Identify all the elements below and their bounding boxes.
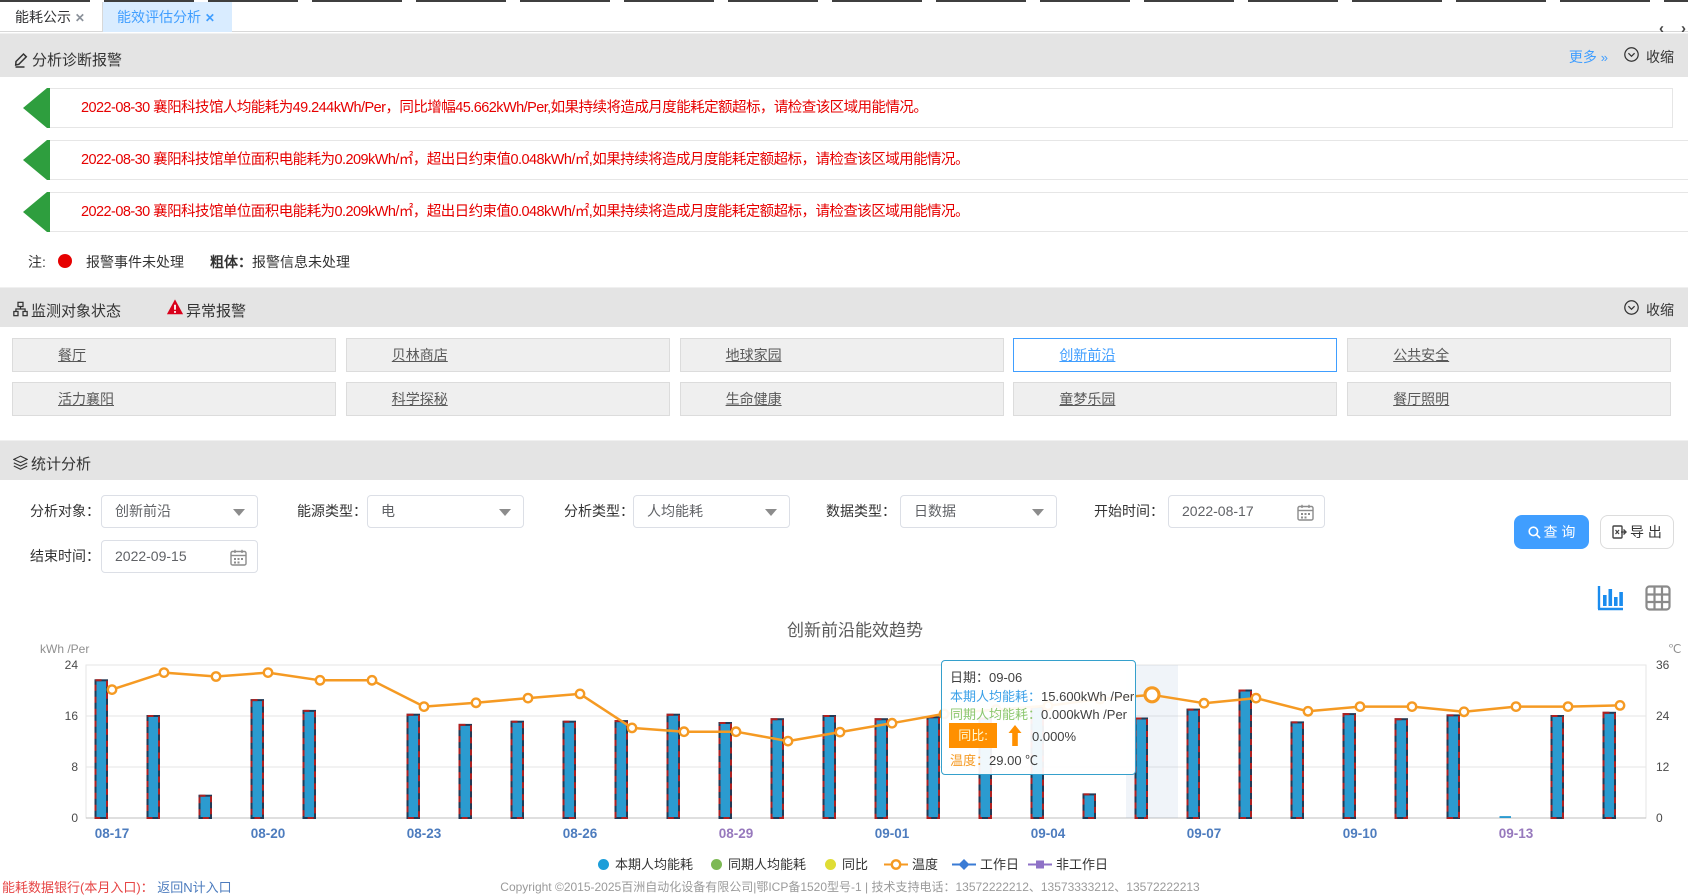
- svg-text:08-17: 08-17: [95, 826, 130, 841]
- svg-text:创新前沿能效趋势: 创新前沿能效趋势: [787, 621, 923, 640]
- svg-text:kWh /Per: kWh /Per: [40, 642, 89, 656]
- svg-text:同期人均能耗: 同期人均能耗: [728, 857, 806, 872]
- svg-text:非工作日: 非工作日: [1056, 857, 1108, 872]
- svg-text:09-01: 09-01: [875, 826, 910, 841]
- svg-text:℃: ℃: [1668, 642, 1681, 656]
- svg-text:09-13: 09-13: [1499, 826, 1534, 841]
- svg-text:08-20: 08-20: [251, 826, 286, 841]
- svg-text:工作日: 工作日: [980, 857, 1019, 872]
- svg-text:09-04: 09-04: [1031, 826, 1066, 841]
- svg-text:24: 24: [65, 658, 79, 672]
- svg-text:16: 16: [65, 709, 79, 723]
- svg-text:24: 24: [1656, 709, 1670, 723]
- svg-text:12: 12: [1656, 760, 1670, 774]
- svg-text:温度: 温度: [912, 857, 938, 872]
- svg-text:本期人均能耗: 本期人均能耗: [615, 857, 693, 872]
- svg-text:09-07: 09-07: [1187, 826, 1222, 841]
- svg-text:8: 8: [71, 760, 78, 774]
- svg-text:08-26: 08-26: [563, 826, 598, 841]
- svg-text:09-10: 09-10: [1343, 826, 1378, 841]
- svg-text:08-29: 08-29: [719, 826, 754, 841]
- svg-text:0: 0: [1656, 811, 1663, 825]
- svg-text:36: 36: [1656, 658, 1670, 672]
- svg-text:08-23: 08-23: [407, 826, 442, 841]
- svg-text:0: 0: [71, 811, 78, 825]
- svg-text:同比: 同比: [842, 857, 868, 872]
